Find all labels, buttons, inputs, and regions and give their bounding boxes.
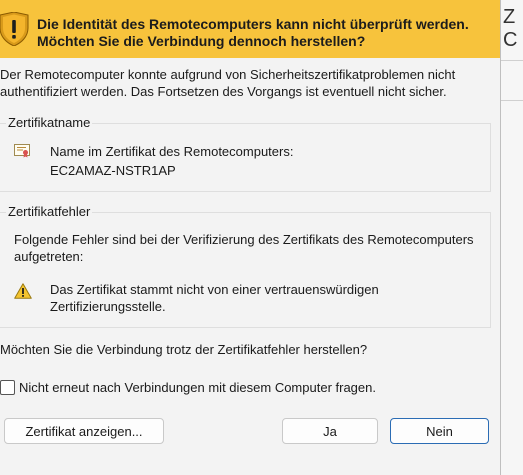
background-partial-text: Z C — [503, 6, 518, 51]
background-divider — [501, 60, 523, 61]
certificate-error-group-label: Zertifikatfehler — [6, 204, 93, 220]
dont-ask-again-row[interactable]: Nicht erneut nach Verbindungen mit diese… — [0, 379, 490, 397]
screenshot-root: Z C Die Identität des Remotecomputers ka… — [0, 0, 523, 475]
background-divider — [501, 100, 523, 101]
certificate-name-text: Name im Zertifikat des Remotecomputers: … — [50, 142, 470, 180]
certificate-name-group-label: Zertifikatname — [6, 115, 93, 131]
certificate-error-intro: Folgende Fehler sind bei der Verifizieru… — [14, 232, 474, 264]
certificate-icon — [14, 144, 30, 158]
certificate-error-text: Das Zertifikat stammt nicht von einer ve… — [50, 282, 379, 314]
security-shield-warning-icon — [0, 12, 29, 46]
dont-ask-again-label[interactable]: Nicht erneut nach Verbindungen mit diese… — [19, 379, 376, 396]
background-window: Z C — [500, 0, 523, 475]
banner-title: Die Identität des Remotecomputers kann n… — [37, 16, 469, 49]
certificate-warning-dialog: Die Identität des Remotecomputers kann n… — [0, 0, 501, 475]
warning-banner: Die Identität des Remotecomputers kann n… — [0, 0, 500, 58]
view-certificate-button[interactable]: Zertifikat anzeigen... — [4, 418, 164, 444]
certificate-name-label: Name im Zertifikat des Remotecomputers: — [50, 144, 294, 159]
intro-text: Der Remotecomputer konnte aufgrund von S… — [0, 67, 456, 99]
connect-question: Möchten Sie die Verbindung trotz der Zer… — [0, 342, 368, 357]
warning-triangle-icon — [14, 283, 32, 299]
dont-ask-again-checkbox[interactable] — [0, 380, 15, 395]
yes-button[interactable]: Ja — [282, 418, 378, 444]
certificate-name-group: Zertifikatname Name im Zertifikat des Re… — [0, 115, 491, 192]
no-button[interactable]: Nein — [390, 418, 489, 444]
certificate-error-group: Zertifikatfehler Folgende Fehler sind be… — [0, 204, 491, 328]
certificate-name-value: EC2AMAZ-NSTR1AP — [50, 163, 176, 178]
